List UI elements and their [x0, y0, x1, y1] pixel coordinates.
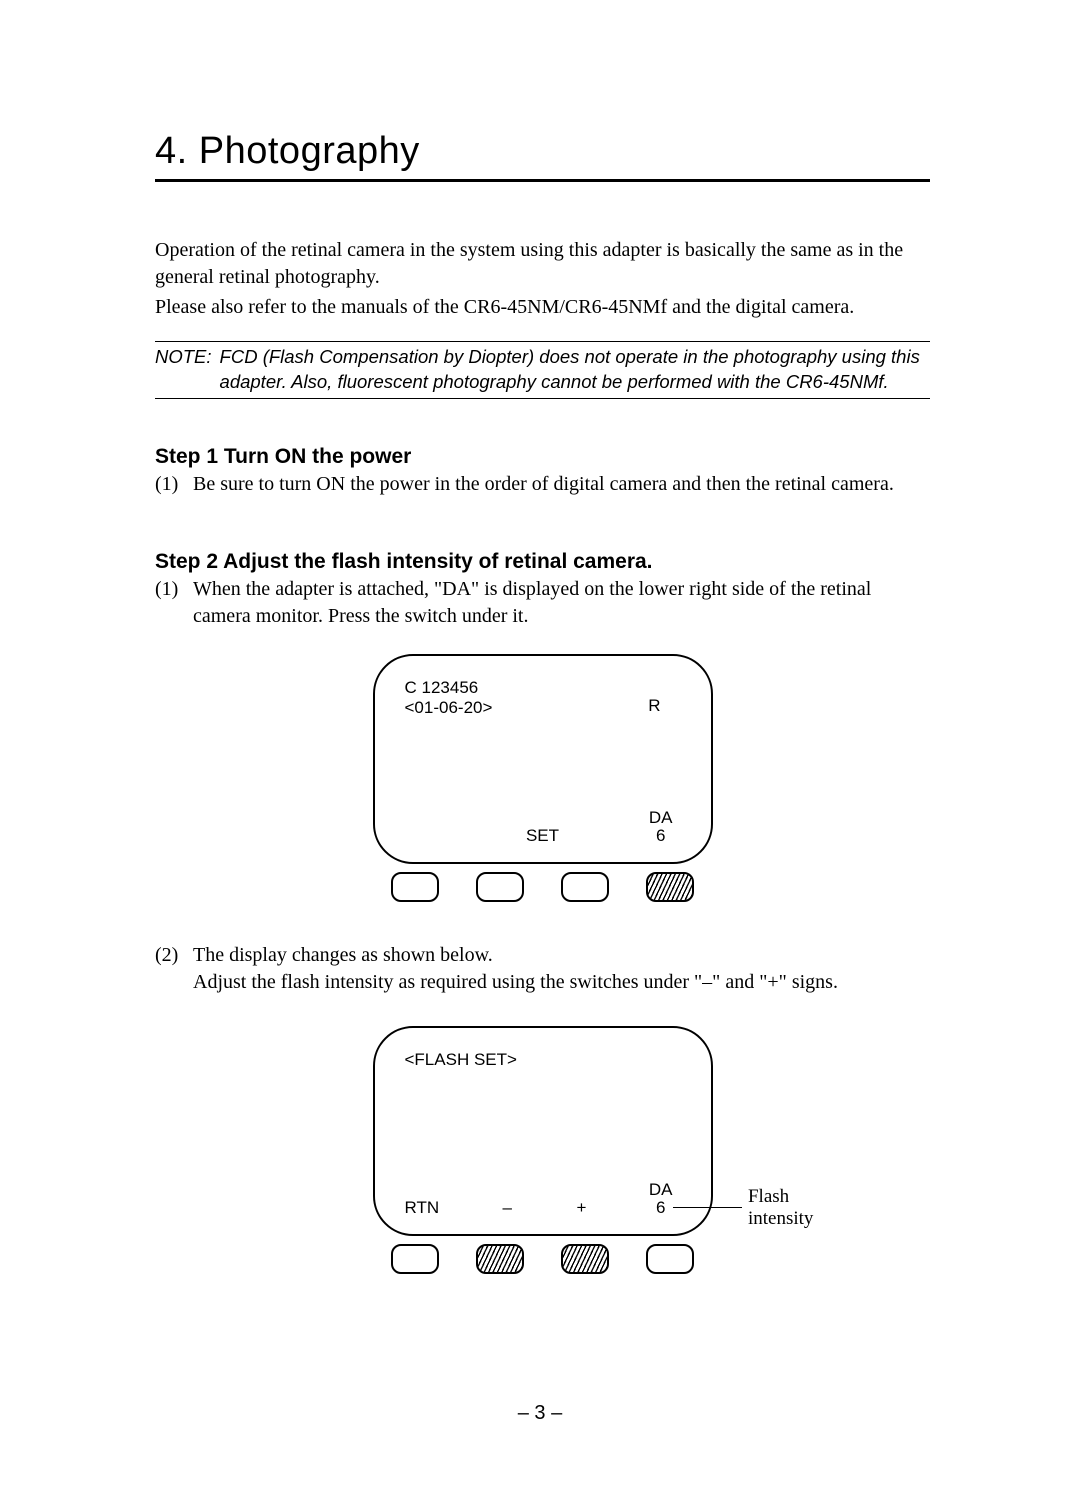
note-block: NOTE: FCD (Flash Compensation by Diopter… [155, 341, 930, 399]
step2-heading: Step 2 Adjust the flash intensity of ret… [155, 550, 930, 574]
monitor2-switch-2-active [476, 1244, 524, 1274]
monitor-diagram-1: C 123456 <01-06-20> R SET DA6 [373, 654, 713, 902]
monitor2-switch-4 [646, 1244, 694, 1274]
page-number: – 3 – [0, 1402, 1080, 1425]
note-label: NOTE: [155, 345, 220, 395]
monitor1-set-label: SET [526, 826, 559, 846]
monitor2-minus-label: – [503, 1198, 512, 1218]
step2-item2: (2) The display changes as shown below. … [155, 942, 930, 996]
intro-paragraph-2: Please also refer to the manuals of the … [155, 294, 930, 321]
chapter-title: 4. Photography [155, 130, 930, 182]
monitor2-title: <FLASH SET> [405, 1050, 517, 1070]
step2-item1-text: When the adapter is attached, "DA" is di… [193, 576, 930, 630]
monitor1-screen: C 123456 <01-06-20> R SET DA6 [373, 654, 713, 864]
flash-intensity-callout: Flash intensity [673, 1186, 834, 1230]
chapter-number: 4. [155, 130, 188, 172]
step1-item1-text: Be sure to turn ON the power in the orde… [193, 471, 930, 498]
step1-heading: Step 1 Turn ON the power [155, 445, 930, 469]
monitor2-switch-3-active [561, 1244, 609, 1274]
monitor2-switch-row [373, 1236, 713, 1274]
intro-paragraph-1: Operation of the retinal camera in the s… [155, 237, 930, 291]
callout-label: Flash intensity [748, 1186, 834, 1230]
monitor1-switch-4-active [646, 872, 694, 902]
note-text: FCD (Flash Compensation by Diopter) does… [220, 345, 930, 395]
monitor1-switch-2 [476, 872, 524, 902]
monitor2-screen: <FLASH SET> RTN – + DA6 [373, 1026, 713, 1236]
step2-item2-number: (2) [155, 942, 193, 996]
monitor2-switch-1 [391, 1244, 439, 1274]
callout-leader-line [673, 1207, 742, 1208]
monitor1-top-left: C 123456 <01-06-20> [405, 678, 493, 719]
monitor1-switch-3 [561, 872, 609, 902]
step2-item1-number: (1) [155, 576, 193, 630]
step1-item1: (1) Be sure to turn ON the power in the … [155, 471, 930, 498]
step2-item1: (1) When the adapter is attached, "DA" i… [155, 576, 930, 630]
manual-page: 4. Photography Operation of the retinal … [0, 0, 1080, 1485]
monitor-diagram-2: <FLASH SET> RTN – + DA6 Flash intensity [373, 1026, 713, 1274]
step2-item2-text: The display changes as shown below. Adju… [193, 942, 930, 996]
monitor2-rtn-label: RTN [405, 1198, 440, 1218]
monitor2-plus-label: + [577, 1198, 587, 1218]
step1-item1-number: (1) [155, 471, 193, 498]
monitor1-switch-row [373, 864, 713, 902]
monitor1-switch-1 [391, 872, 439, 902]
intro-block: Operation of the retinal camera in the s… [155, 237, 930, 321]
monitor1-da-label: DA6 [649, 809, 673, 846]
chapter-name: Photography [199, 130, 420, 172]
monitor2-da-label: DA6 [649, 1181, 673, 1218]
monitor1-top-right: R [648, 696, 660, 716]
